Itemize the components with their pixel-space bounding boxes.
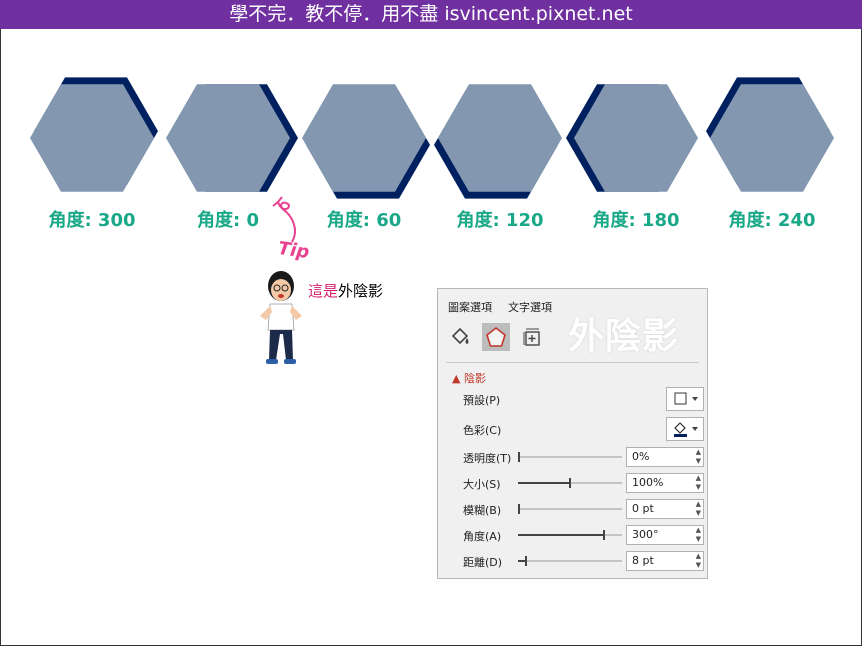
spin-arrows-icon[interactable]: ▲ ▼ xyxy=(696,500,701,518)
spin-arrows-icon[interactable]: ▲ ▼ xyxy=(696,552,701,570)
shadow-color-picker[interactable] xyxy=(666,417,704,441)
property-value: 0 pt xyxy=(632,502,654,515)
slider-thumb[interactable] xyxy=(569,478,571,488)
shadow-property-row: 距離(D) 8 pt ▲ ▼ xyxy=(438,549,709,573)
property-value: 300° xyxy=(632,528,659,541)
spin-arrows-icon[interactable]: ▲ ▼ xyxy=(696,448,701,466)
shadow-property-row: 模糊(B) 0 pt ▲ ▼ xyxy=(438,497,709,521)
size-layout-icon[interactable] xyxy=(518,323,546,351)
hexagon-caption: 角度: 300 xyxy=(48,210,136,231)
slider-fill xyxy=(518,534,604,536)
property-slider[interactable] xyxy=(518,452,622,462)
color-label: 色彩(C) xyxy=(463,424,502,437)
property-slider[interactable] xyxy=(518,556,622,566)
tip-note: 這是外陰影 xyxy=(308,282,384,300)
pane-overlay-title: 外陰影 xyxy=(568,316,680,357)
hexagon-caption: 角度: 60 xyxy=(326,210,402,231)
property-label: 透明度(T) xyxy=(463,452,512,465)
tab-text-options[interactable]: 文字選項 xyxy=(508,299,552,315)
hexagon-caption: 角度: 120 xyxy=(456,210,544,231)
spin-arrows-icon[interactable]: ▲ ▼ xyxy=(696,526,701,544)
format-shape-pane: 圖案選項 文字選項 外陰影 ▲ 陰影 預設(P) 色彩(C) 透明度(T) 0% ▲… xyxy=(437,288,708,579)
spin-arrows-icon[interactable]: ▲ ▼ xyxy=(696,474,701,492)
pane-divider xyxy=(446,362,699,363)
pane-tabs: 圖案選項 文字選項 xyxy=(448,299,552,315)
property-slider[interactable] xyxy=(518,504,622,514)
pane-category-icons xyxy=(446,323,546,351)
shadow-property-row: 透明度(T) 0% ▲ ▼ xyxy=(438,445,709,469)
hexagon-caption: 角度: 180 xyxy=(592,210,680,231)
property-label: 大小(S) xyxy=(463,478,501,491)
property-label: 角度(A) xyxy=(463,530,502,543)
slider-thumb[interactable] xyxy=(518,504,520,514)
slider-thumb[interactable] xyxy=(525,556,527,566)
hexagon-row xyxy=(30,77,834,199)
shadow-property-row: 角度(A) 300° ▲ ▼ xyxy=(438,523,709,547)
avatar-cartoon-icon xyxy=(260,271,302,364)
shadow-property-row: 大小(S) 100% ▲ ▼ xyxy=(438,471,709,495)
fill-bucket-icon[interactable] xyxy=(446,323,474,351)
preset-row: 預設(P) xyxy=(438,387,709,411)
property-value: 8 pt xyxy=(632,554,654,567)
slider-thumb[interactable] xyxy=(603,530,605,540)
color-row: 色彩(C) xyxy=(438,417,709,441)
pentagon-effects-icon[interactable] xyxy=(482,323,510,351)
property-value: 0% xyxy=(632,450,650,463)
preset-label: 預設(P) xyxy=(463,394,501,407)
property-slider[interactable] xyxy=(518,478,622,488)
property-spinner[interactable]: 300° ▲ ▼ xyxy=(626,525,704,545)
section-shadow[interactable]: ▲ 陰影 xyxy=(452,370,486,386)
tip-badge: Tip xyxy=(276,237,311,264)
property-slider[interactable] xyxy=(518,530,622,540)
property-spinner[interactable]: 0% ▲ ▼ xyxy=(626,447,704,467)
property-spinner[interactable]: 100% ▲ ▼ xyxy=(626,473,704,493)
slider-thumb[interactable] xyxy=(518,452,520,462)
tab-shape-options[interactable]: 圖案選項 xyxy=(448,299,492,315)
property-label: 距離(D) xyxy=(463,556,503,569)
property-label: 模糊(B) xyxy=(463,504,502,517)
property-spinner[interactable]: 8 pt ▲ ▼ xyxy=(626,551,704,571)
preset-picker[interactable] xyxy=(666,387,704,411)
property-value: 100% xyxy=(632,476,664,489)
site-banner: 學不完．教不停．用不盡 isvincent.pixnet.net xyxy=(0,0,862,29)
slider-fill xyxy=(518,482,570,484)
hexagon-caption: 角度: 240 xyxy=(728,210,816,231)
property-spinner[interactable]: 0 pt ▲ ▼ xyxy=(626,499,704,519)
